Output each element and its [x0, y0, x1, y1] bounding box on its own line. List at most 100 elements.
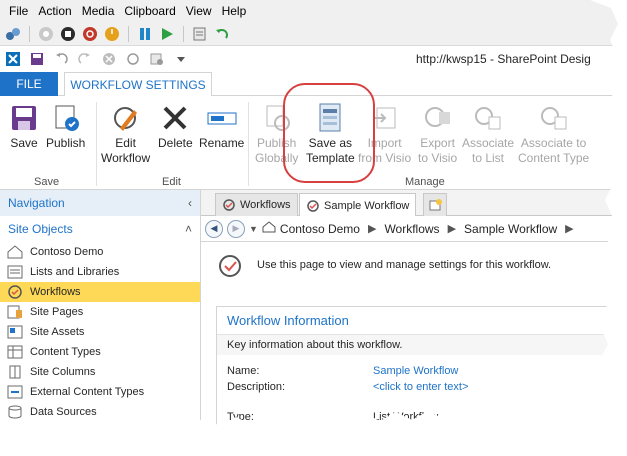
edit-workflow-button[interactable]: Edit Workflow: [101, 102, 150, 166]
customize-dropdown-icon[interactable]: [172, 50, 190, 68]
preview-browser-icon[interactable]: [148, 50, 166, 68]
navigation-title: Navigation: [8, 196, 65, 210]
nav-item-label: Lists and Libraries: [30, 266, 120, 278]
export-visio-label-2: to Visio: [418, 151, 458, 165]
nav-item-contoso-demo[interactable]: Contoso Demo: [0, 242, 200, 262]
undo-icon[interactable]: [52, 50, 70, 68]
settings-icon[interactable]: [4, 25, 22, 43]
rename-label: Rename: [199, 136, 245, 150]
redo-icon[interactable]: [76, 50, 94, 68]
home-icon[interactable]: [262, 221, 276, 236]
nav-item-lists-and-libraries[interactable]: Lists and Libraries: [0, 262, 200, 282]
name-label: Name:: [227, 365, 260, 377]
intro-text: Use this page to view and manage setting…: [257, 259, 552, 271]
menu-media[interactable]: Media: [77, 4, 120, 18]
back-button[interactable]: ◀: [205, 219, 223, 238]
breadcrumb-sample-workflow[interactable]: Sample Workflow: [464, 222, 557, 236]
vm-toolbar: [0, 22, 627, 46]
menu-action[interactable]: Action: [33, 4, 76, 18]
type-label: Type:: [227, 411, 254, 423]
nav-item-label: Workflows: [30, 286, 81, 298]
associate-list-label-1: Associate: [462, 136, 515, 150]
nav-item-site-assets[interactable]: Site Assets: [0, 322, 200, 342]
menu-file[interactable]: File: [4, 4, 33, 18]
delete-button[interactable]: Delete: [158, 102, 193, 151]
name-value[interactable]: Sample Workflow: [373, 365, 458, 377]
doc-tab-sample-workflow[interactable]: Sample Workflow: [299, 193, 417, 217]
group-label-manage: Manage: [405, 176, 445, 188]
data-sources-icon: [6, 404, 24, 420]
menu-help[interactable]: Help: [217, 4, 252, 18]
associate-to-list-button[interactable]: Associate to List: [462, 102, 514, 166]
quick-access-toolbar: http://kwsp15 - SharePoint Desig: [0, 46, 627, 72]
toolbar-divider: [183, 25, 184, 42]
external-content-icon: [6, 384, 24, 400]
chevron-right-icon: ▶: [367, 223, 377, 235]
panel-description: Key information about this workflow.: [217, 335, 627, 355]
type-value: List Workflow: [373, 411, 439, 423]
nav-item-site-pages[interactable]: Site Pages: [0, 302, 200, 322]
start-icon[interactable]: [158, 25, 176, 43]
chevron-down-icon[interactable]: ▼: [249, 224, 258, 234]
workflow-icon: [6, 284, 24, 300]
nav-item-workflows[interactable]: Workflows: [0, 282, 200, 302]
export-to-visio-button[interactable]: Export to Visio: [418, 102, 457, 166]
associate-to-content-type-button[interactable]: Associate to Content Type: [518, 102, 589, 166]
nav-item-external-content-types[interactable]: External Content Types: [0, 382, 200, 402]
collapse-nav-icon[interactable]: ‹: [188, 196, 192, 210]
tab-file[interactable]: FILE: [0, 72, 58, 96]
associate-ct-label-2: Content Type: [518, 151, 590, 165]
edit-workflow-label-2: Workflow: [101, 151, 151, 165]
turn-off-icon[interactable]: [81, 25, 99, 43]
highlight-circle: [283, 83, 375, 183]
save-icon[interactable]: [28, 50, 46, 68]
associate-list-label-2: to List: [472, 151, 505, 165]
breadcrumb: ◀ ▶ ▼ Contoso Demo ▶ Workflows ▶ Sample …: [201, 216, 627, 242]
list-icon: [6, 264, 24, 280]
content-types-icon: [6, 344, 24, 360]
navigation-header: Navigation ‹: [0, 190, 200, 216]
site-columns-icon: [6, 364, 24, 380]
rename-button[interactable]: Rename: [199, 102, 244, 151]
app-logo-icon: [4, 50, 22, 68]
group-divider: [248, 102, 249, 186]
doc-tab-workflows[interactable]: Workflows: [215, 193, 298, 216]
refresh-icon[interactable]: [124, 50, 142, 68]
site-objects-header[interactable]: Site Objects ˄: [0, 216, 200, 242]
associate-content-type-icon: [538, 102, 570, 134]
publish-icon: [50, 102, 82, 134]
nav-item-label: Content Types: [30, 346, 101, 358]
delete-label: Delete: [158, 136, 193, 150]
edit-workflow-icon: [110, 102, 142, 134]
toolbar-divider: [29, 25, 30, 42]
shutdown-icon[interactable]: [103, 25, 121, 43]
publish-button[interactable]: Publish: [46, 102, 85, 151]
menu-clipboard[interactable]: Clipboard: [119, 4, 180, 18]
chevron-up-icon[interactable]: ˄: [185, 222, 192, 236]
nav-item-data-sources[interactable]: Data Sources: [0, 402, 200, 422]
nav-item-label: Site Assets: [30, 326, 85, 338]
nav-item-site-columns[interactable]: Site Columns: [0, 362, 200, 382]
revert-icon[interactable]: [213, 25, 231, 43]
save-icon: [8, 102, 40, 134]
pause-icon[interactable]: [136, 25, 154, 43]
assets-icon: [6, 324, 24, 340]
breadcrumb-site[interactable]: Contoso Demo: [280, 222, 360, 236]
save-button[interactable]: Save: [8, 102, 40, 151]
rename-icon: [206, 102, 238, 134]
description-value[interactable]: <click to enter text>: [373, 381, 468, 393]
menu-view[interactable]: View: [181, 4, 217, 18]
nav-item-content-types[interactable]: Content Types: [0, 342, 200, 362]
checkpoint-icon[interactable]: [191, 25, 209, 43]
forward-button[interactable]: ▶: [227, 219, 245, 238]
new-tab-icon: [429, 199, 442, 211]
breadcrumb-workflows[interactable]: Workflows: [384, 222, 439, 236]
tab-workflow-settings[interactable]: WORKFLOW SETTINGS: [64, 72, 212, 97]
workflow-icon: [307, 199, 319, 212]
stop-refresh-icon[interactable]: [100, 50, 118, 68]
associate-ct-label-1: Associate to: [520, 136, 587, 150]
ctrl-alt-del-icon[interactable]: [37, 25, 55, 43]
page-intro: Use this page to view and manage setting…: [217, 252, 551, 278]
stop-icon[interactable]: [59, 25, 77, 43]
new-tab-button[interactable]: [423, 193, 447, 216]
